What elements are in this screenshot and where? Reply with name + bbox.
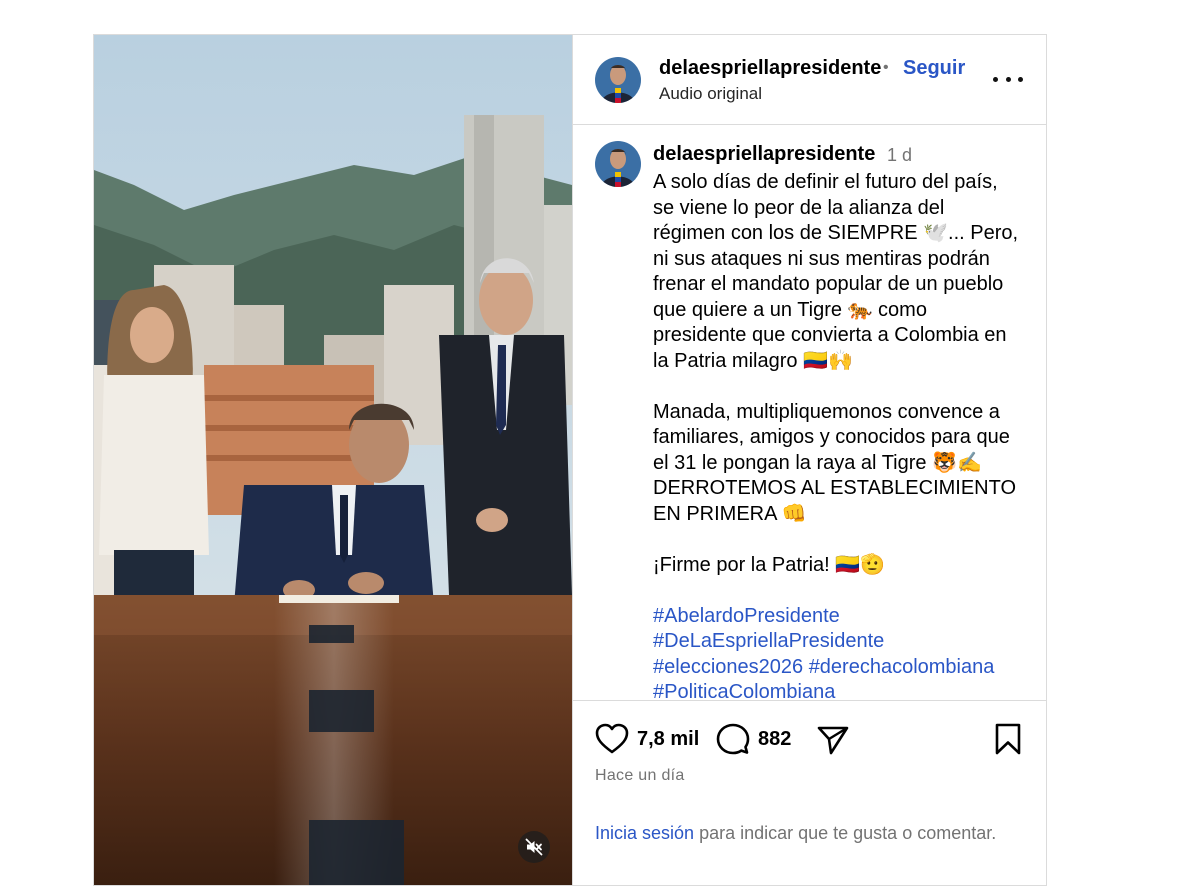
post-media[interactable] (94, 35, 572, 885)
more-options-button[interactable] (993, 65, 1023, 93)
caption-area[interactable]: delaespriellapresidente 1 d A solo días … (573, 125, 1047, 700)
avatar[interactable] (595, 141, 641, 187)
hashtag-link[interactable]: #elecciones2026 (653, 656, 803, 678)
follow-button[interactable]: Seguir (903, 57, 965, 80)
post-side-panel: delaespriellapresidente • Seguir Audio o… (572, 35, 1047, 885)
heart-icon (595, 723, 629, 754)
instagram-post: delaespriellapresidente • Seguir Audio o… (93, 34, 1047, 886)
likes-count[interactable]: 7,8 mil (637, 728, 699, 751)
speaker-muted-icon (525, 838, 543, 856)
separator-dot: • (883, 59, 889, 76)
caption-line: la Patria milagro 🇨🇴🙌 (653, 349, 853, 372)
bookmark-icon (995, 723, 1021, 755)
caption-line: Manada, multipliquemonos convence a (653, 400, 1000, 423)
caption-line: régimen con los de SIEMPRE 🕊️... Pero, (653, 222, 1019, 244)
save-button[interactable] (995, 723, 1021, 755)
hashtag-line: #DeLaEspriellaPresidente (653, 629, 1033, 655)
post-date[interactable]: Hace un día (595, 767, 685, 785)
caption-line: EN PRIMERA 👊 (653, 502, 807, 525)
login-link[interactable]: Inicia sesión (595, 823, 694, 843)
comment-button[interactable]: 882 (716, 723, 791, 755)
caption-line: el 31 le pongan la raya al Tigre 🐯✍️ (653, 451, 982, 474)
header-username[interactable]: delaespriellapresidente (659, 57, 881, 80)
caption-line: frenar el mandato popular de un pueblo (653, 273, 1004, 295)
more-horizontal-icon (1005, 76, 1011, 82)
send-icon (817, 726, 849, 755)
hashtag-link[interactable]: #DeLaEspriellaPresidente (653, 630, 884, 652)
actions-bar: 7,8 mil 882 Hace un día Inicia sesión pa… (573, 700, 1047, 885)
caption-line: ¡Firme por la Patria! 🇨🇴🫡 (653, 553, 886, 576)
more-horizontal-icon (1018, 76, 1023, 82)
caption-line: que quiere a un Tigre 🐅 como (653, 298, 927, 321)
login-prompt-text: para indicar que te gusta o comentar. (694, 823, 997, 843)
comment-bubble-icon (716, 723, 750, 755)
caption-line: ni sus ataques ni sus mentiras podrán (653, 247, 990, 270)
avatar[interactable] (595, 57, 641, 103)
login-prompt: Inicia sesión para indicar que te gusta … (595, 821, 1015, 846)
post-header: delaespriellapresidente • Seguir Audio o… (573, 35, 1047, 125)
caption-line: se viene lo peor de la alianza del (653, 196, 945, 219)
caption-line: A solo días de definir el futuro del paí… (653, 171, 998, 193)
hashtag-link[interactable]: #derechacolombiana (809, 656, 995, 678)
mute-button[interactable] (518, 831, 550, 863)
post-photo (94, 35, 572, 885)
hashtag-link[interactable]: #AbelardoPresidente (653, 605, 840, 627)
share-button[interactable] (817, 725, 849, 755)
caption-timestamp[interactable]: 1 d (887, 145, 912, 166)
like-button[interactable]: 7,8 mil (595, 723, 699, 755)
hashtag-link[interactable]: #PoliticaColombiana (653, 681, 835, 700)
caption-line: familiares, amigos y conocidos para que (653, 426, 1010, 448)
comments-count[interactable]: 882 (758, 728, 791, 751)
hashtag-line: #PoliticaColombiana (653, 680, 1033, 700)
hashtag-line: #AbelardoPresidente (653, 604, 1033, 630)
caption-line: DERROTEMOS AL ESTABLECIMIENTO (653, 477, 1017, 499)
more-horizontal-icon (993, 76, 998, 82)
caption-username[interactable]: delaespriellapresidente (653, 143, 875, 166)
caption-line: presidente que convierta a Colombia en (653, 324, 1007, 346)
hashtag-line: #elecciones2026 #derechacolombiana (653, 655, 1033, 681)
caption-text: A solo días de definir el futuro del paí… (653, 170, 1033, 700)
audio-original-link[interactable]: Audio original (659, 84, 762, 104)
